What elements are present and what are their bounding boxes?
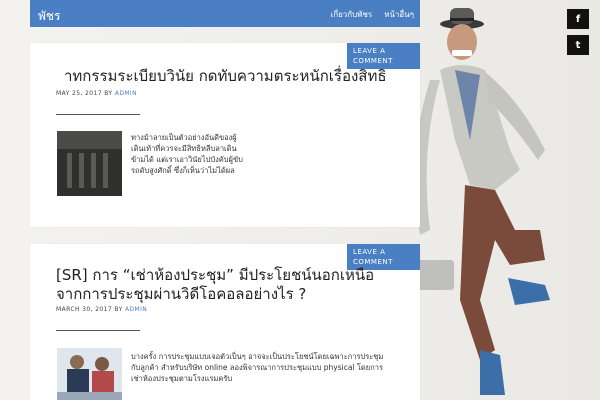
post-title[interactable]: าทกรรมระเบียบวินัย กดทับความตระหนักเรื่อ…: [64, 67, 387, 86]
post-date[interactable]: MARCH 30, 2017: [56, 306, 112, 313]
post-author[interactable]: ADMIN: [125, 306, 147, 313]
post-excerpt: บางครั้ง การประชุมแบบเจอตัวเป็นๆ อาจจะเป…: [131, 352, 384, 383]
nav-item-other-pages[interactable]: หน้าอื่นๆ: [384, 8, 414, 21]
leave-comment-link[interactable]: LEAVE A COMMENT: [347, 43, 420, 69]
main-nav: เกี่ยวกับพัชร หน้าอื่นๆ: [331, 8, 415, 21]
post-meta: MARCH 30, 2017 BY ADMIN: [56, 306, 147, 313]
divider: [56, 330, 140, 331]
site-brand[interactable]: พัชร: [38, 7, 61, 26]
nav-item-about[interactable]: เกี่ยวกับพัชร: [331, 8, 373, 21]
post-meta: MAY 25, 2017 BY ADMIN: [56, 90, 137, 97]
site-header: พัชร เกี่ยวกับพัชร หน้าอื่นๆ: [30, 0, 420, 27]
post-card: LEAVE A COMMENT [SR] การ “เช่าห้องประชุม…: [30, 244, 420, 400]
post-excerpt: ทางม้าลายเป็นตัวอย่างอันดีของผู้เดินเท้า…: [131, 133, 243, 175]
post-author[interactable]: ADMIN: [115, 90, 137, 97]
facebook-icon: f: [575, 13, 581, 25]
post-by: BY: [104, 90, 113, 97]
post-title[interactable]: [SR] การ “เช่าห้องประชุม” มีประโยชน์นอกเ…: [56, 266, 381, 304]
twitter-button[interactable]: t: [567, 35, 589, 55]
background-hero-image: [404, 8, 550, 395]
twitter-icon: t: [575, 39, 581, 51]
divider: [56, 114, 140, 115]
post-by: BY: [114, 306, 123, 313]
post-date[interactable]: MAY 25, 2017: [56, 90, 102, 97]
post-thumbnail[interactable]: [57, 348, 122, 400]
post-thumbnail[interactable]: [57, 131, 122, 196]
post-card: LEAVE A COMMENT าทกรรมระเบียบวินัย กดทับ…: [30, 43, 420, 227]
facebook-button[interactable]: f: [567, 9, 589, 29]
